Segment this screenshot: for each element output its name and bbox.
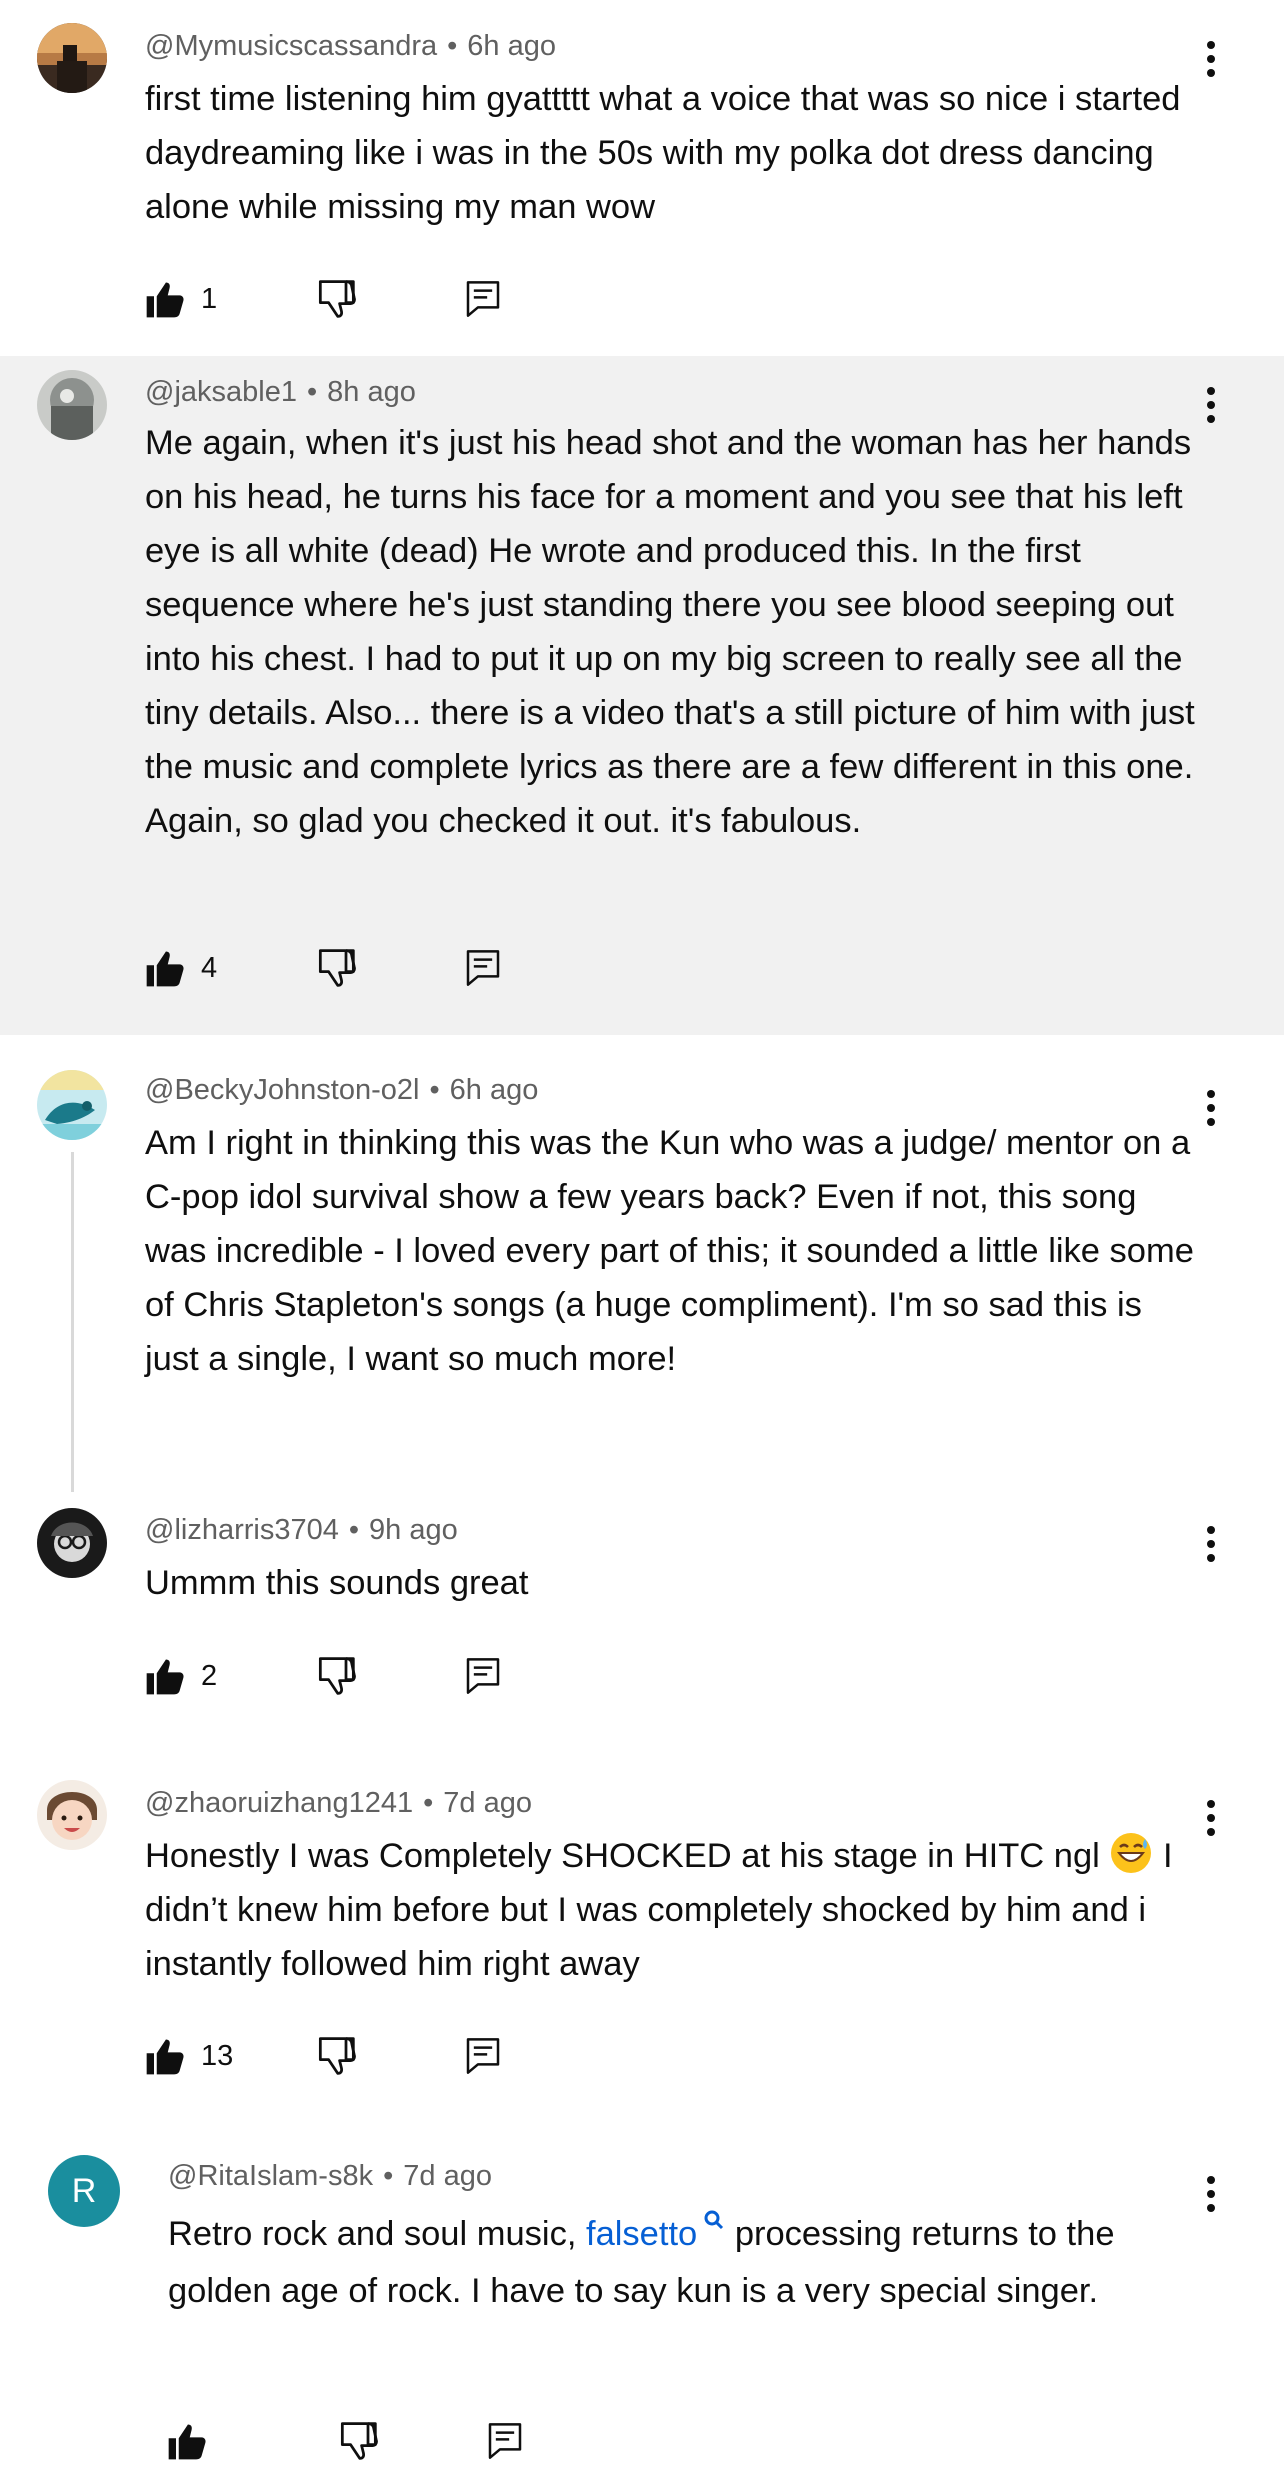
separator-dot: • bbox=[306, 376, 318, 408]
comment-item-reply: R @RitaIslam-s8k • 7d ago Retro rock and s… bbox=[0, 2115, 1284, 2431]
comment-time: 6h ago bbox=[449, 1074, 539, 1106]
like-count: 4 bbox=[201, 951, 218, 984]
comment-meta: @zhaoruizhang1241 • 7d ago bbox=[145, 1785, 532, 1821]
avatar[interactable] bbox=[37, 1508, 107, 1578]
reply-icon bbox=[485, 2419, 525, 2463]
more-vert-icon[interactable] bbox=[1196, 2172, 1226, 2216]
comment-author[interactable]: @RitaIslam-s8k bbox=[168, 2160, 373, 2192]
like-button[interactable]: 2 bbox=[143, 1652, 217, 1700]
thumbs-down-icon bbox=[313, 1654, 357, 1698]
thumbs-down-icon bbox=[313, 946, 357, 990]
reply-button[interactable] bbox=[485, 2417, 525, 2465]
separator-dot: • bbox=[423, 1787, 434, 1819]
like-button[interactable]: 4 bbox=[143, 944, 217, 992]
more-vert-icon[interactable] bbox=[1196, 1796, 1226, 1840]
reply-icon bbox=[463, 1654, 503, 1698]
dislike-button[interactable] bbox=[313, 1652, 357, 1700]
comment-meta: @Mymusicscassandra • 6h ago bbox=[145, 28, 556, 64]
thread-line bbox=[71, 1152, 74, 1492]
comment-time: 6h ago bbox=[467, 30, 556, 62]
grinning-sweat-emoji-icon bbox=[1111, 1833, 1152, 1873]
comment-text: Ummm this sounds great bbox=[145, 1564, 529, 1602]
comment-text: Am I right in thinking this was the Kun … bbox=[145, 1124, 1194, 1378]
comment-item-highlighted: @jaksable1 • 8h ago Me again, when it's ju… bbox=[0, 356, 1284, 1035]
comment-item: @Mymusicscassandra • 6h ago first time lis… bbox=[0, 0, 1284, 356]
reply-icon bbox=[463, 277, 503, 321]
dislike-button[interactable] bbox=[335, 2417, 379, 2465]
thumbs-up-icon bbox=[165, 2419, 209, 2463]
comment-meta: @RitaIslam-s8k • 7d ago bbox=[168, 2158, 492, 2194]
thumbs-up-icon bbox=[143, 2034, 187, 2078]
avatar[interactable] bbox=[37, 1070, 107, 1140]
comment-meta: @lizharris3704 • 9h ago bbox=[145, 1512, 458, 1548]
comment-item: @BeckyJohnston-o2l • 6h ago Am I right in … bbox=[0, 1035, 1284, 1492]
falsetto-link[interactable]: falsetto bbox=[586, 2215, 697, 2253]
comment-text-part: Retro rock and soul music, bbox=[168, 2215, 586, 2253]
comment-actions: 13 bbox=[143, 2032, 563, 2080]
dislike-button[interactable] bbox=[313, 275, 357, 323]
comment-time: 8h ago bbox=[327, 376, 416, 408]
thumbs-down-icon bbox=[313, 2034, 357, 2078]
comment-text: first time listening him gyattttt what a… bbox=[145, 80, 1181, 226]
dislike-button[interactable] bbox=[313, 2032, 357, 2080]
avatar[interactable] bbox=[37, 23, 107, 93]
reply-button[interactable] bbox=[463, 944, 503, 992]
comment-author[interactable]: @Mymusicscassandra bbox=[145, 30, 437, 62]
separator-dot: • bbox=[348, 1514, 360, 1546]
like-count: 13 bbox=[201, 2039, 234, 2072]
avatar[interactable]: R bbox=[48, 2155, 120, 2227]
like-count: 2 bbox=[201, 1659, 218, 1692]
reply-icon bbox=[463, 946, 503, 990]
comment-author[interactable]: @lizharris3704 bbox=[145, 1514, 339, 1546]
comment-actions: 4 bbox=[143, 944, 563, 992]
comment-text: Me again, when it's just his head shot a… bbox=[145, 424, 1195, 840]
comment-item: @lizharris3704 • 9h ago Ummm this sounds g… bbox=[0, 1475, 1284, 1775]
comment-time: 7d ago bbox=[443, 1787, 532, 1819]
reply-button[interactable] bbox=[463, 1652, 503, 1700]
dislike-button[interactable] bbox=[313, 944, 357, 992]
like-button[interactable] bbox=[165, 2417, 209, 2465]
avatar[interactable] bbox=[37, 370, 107, 440]
comment-author[interactable]: @zhaoruizhang1241 bbox=[145, 1787, 413, 1819]
comment-author[interactable]: @BeckyJohnston-o2l bbox=[145, 1074, 419, 1106]
comment-actions: 1 bbox=[143, 275, 563, 323]
more-vert-icon[interactable] bbox=[1196, 1086, 1226, 1130]
like-button[interactable]: 13 bbox=[143, 2032, 233, 2080]
comment-text: Retro rock and soul music, falsetto proc… bbox=[168, 2206, 1188, 2320]
thumbs-up-icon bbox=[143, 1654, 187, 1698]
like-button[interactable]: 1 bbox=[143, 275, 217, 323]
comment-text: Honestly I was Completely SHOCKED at his… bbox=[145, 1829, 1200, 1991]
separator-dot: • bbox=[383, 2160, 394, 2192]
comment-meta: @jaksable1 • 8h ago bbox=[145, 374, 416, 410]
comment-meta: @BeckyJohnston-o2l • 6h ago bbox=[145, 1072, 538, 1108]
avatar-letter: R bbox=[71, 2171, 97, 2210]
reply-icon bbox=[463, 2034, 503, 2078]
comment-time: 7d ago bbox=[403, 2160, 492, 2192]
separator-dot: • bbox=[429, 1074, 440, 1106]
separator-dot: • bbox=[447, 30, 458, 62]
comment-text-part: Honestly I was Completely SHOCKED at his… bbox=[145, 1837, 1110, 1875]
like-count: 1 bbox=[201, 282, 218, 315]
thumbs-up-icon bbox=[143, 946, 187, 990]
reply-button[interactable] bbox=[463, 2032, 503, 2080]
more-vert-icon[interactable] bbox=[1196, 1522, 1226, 1566]
comment-item: @zhaoruizhang1241 • 7d ago Honestly I was … bbox=[0, 1775, 1284, 2115]
thumbs-up-icon bbox=[143, 277, 187, 321]
more-vert-icon[interactable] bbox=[1196, 383, 1226, 427]
search-icon[interactable] bbox=[703, 2209, 725, 2231]
more-vert-icon[interactable] bbox=[1196, 37, 1226, 81]
comment-actions bbox=[165, 2417, 585, 2465]
comment-actions: 2 bbox=[143, 1652, 563, 1700]
thumbs-down-icon bbox=[313, 277, 357, 321]
reply-button[interactable] bbox=[463, 275, 503, 323]
avatar[interactable] bbox=[37, 1780, 107, 1850]
comment-author[interactable]: @jaksable1 bbox=[145, 376, 297, 408]
comment-time: 9h ago bbox=[369, 1514, 458, 1546]
thumbs-down-icon bbox=[335, 2419, 379, 2463]
